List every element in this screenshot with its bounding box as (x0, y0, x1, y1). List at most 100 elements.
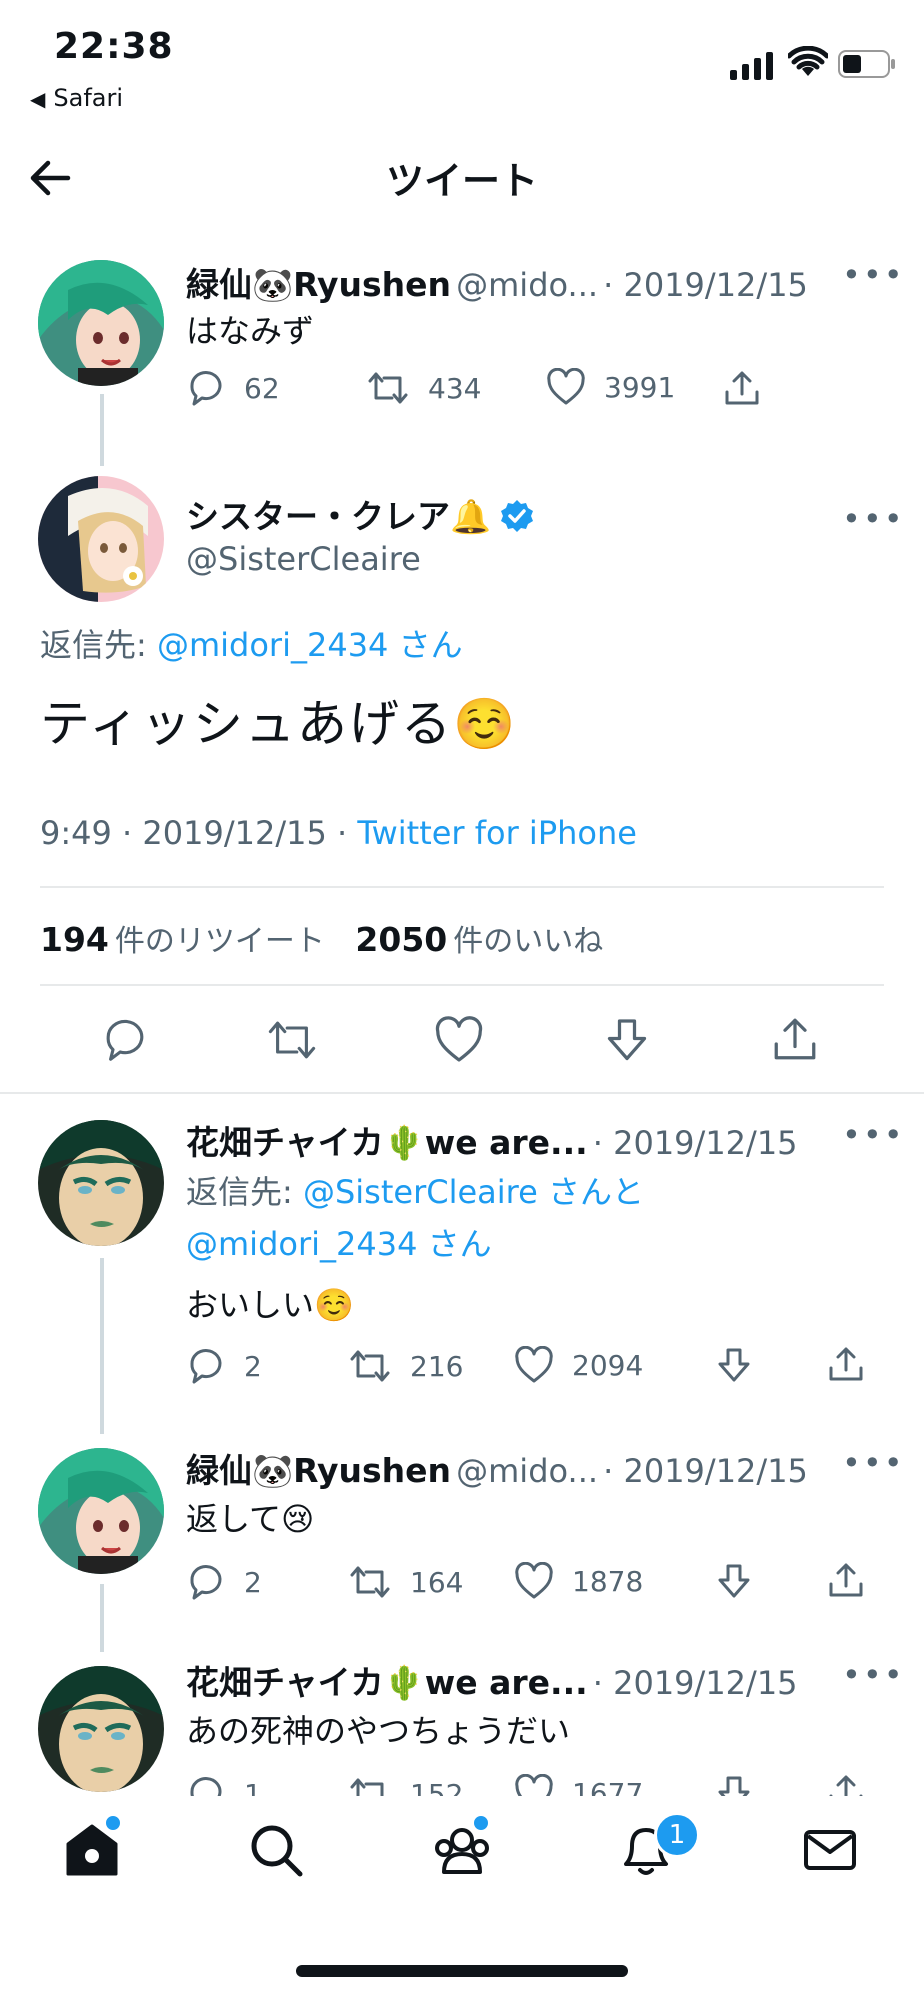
reply1-reply-to-link-1[interactable]: @SisterCleaire さんと (303, 1173, 644, 1211)
tweet1-retweet-count: 434 (428, 371, 482, 405)
main-reply-icon[interactable] (100, 1016, 150, 1064)
divider (40, 984, 884, 986)
tweet1-reply-button[interactable]: 62 (186, 368, 280, 408)
tweet1-share-button[interactable] (722, 368, 780, 408)
reply2-handle: @mido... (456, 1452, 599, 1490)
home-unread-dot (104, 1814, 122, 1832)
avatar-ryushen[interactable] (38, 260, 164, 386)
reply3-retweet-button[interactable]: 152 (348, 1774, 463, 1796)
reply1-retweet-button[interactable]: 216 (348, 1346, 463, 1386)
main-more-icon[interactable]: ••• (842, 500, 905, 538)
avatar-chaika[interactable] (38, 1666, 164, 1792)
reply-icon (190, 371, 222, 406)
tweet1-retweet-button[interactable]: 434 (366, 368, 481, 408)
back-to-safari[interactable]: ◀ Safari (30, 84, 123, 112)
reply2-text: 返して😢 (186, 1500, 315, 1538)
reply1-like-button[interactable]: 2094 (514, 1346, 643, 1384)
reply1-reply-prefix: 返信先: (186, 1173, 303, 1211)
reply1-author-name[interactable]: 花畑チャイカ🌵we are... (186, 1123, 588, 1162)
reply-icon (190, 1777, 222, 1796)
avatar-sister-cleaire[interactable] (38, 476, 164, 602)
bookmark-down-icon (718, 1564, 750, 1598)
reply1-date: · 2019/12/15 (592, 1124, 798, 1162)
reply3-header: 花畑チャイカ🌵we are... · 2019/12/15 (186, 1656, 798, 1704)
verified-badge-icon (501, 500, 534, 532)
reply3-text: あの死神のやつちょうだい (186, 1712, 571, 1750)
reply3-more-icon[interactable]: ••• (842, 1656, 905, 1694)
reply1-reply-context: 返信先: @SisterCleaire さんと @midori_2434 さん (186, 1166, 644, 1270)
reply2-reply-count: 2 (244, 1565, 262, 1599)
main-stats: 194 件のリツイート 2050 件のいいね (40, 916, 603, 960)
reply1-more-icon[interactable]: ••• (842, 1116, 905, 1154)
main-like-icon[interactable] (434, 1016, 484, 1064)
thread-line (100, 394, 104, 466)
tweet1-like-button[interactable]: 3991 (546, 368, 675, 406)
thread-line (100, 1258, 104, 1434)
divider (40, 886, 884, 888)
retweet-icon (350, 1778, 384, 1796)
status-time: 22:38 (54, 26, 174, 67)
reply3-like-count: 1677 (572, 1776, 644, 1797)
bookmark-down-icon (718, 1348, 750, 1382)
reply1-like-count: 2094 (572, 1348, 644, 1382)
reply2-reply-button[interactable]: 2 (186, 1562, 262, 1602)
main-reply-to-link[interactable]: @midori_2434 さん (157, 626, 463, 664)
main-bookmark-down-icon[interactable] (602, 1016, 652, 1066)
reply3-bookmark-button[interactable] (714, 1774, 772, 1796)
tweet1-handle: @mido... (456, 266, 599, 304)
tweet1-date: · 2019/12/15 (603, 266, 808, 304)
reply3-author-name[interactable]: 花畑チャイカ🌵we are... (186, 1663, 588, 1702)
avatar-chaika[interactable] (38, 1120, 164, 1246)
search-icon[interactable] (246, 1820, 306, 1880)
wifi-icon (788, 46, 828, 76)
main-source-link[interactable]: Twitter for iPhone (357, 814, 637, 852)
main-reply-prefix: 返信先: (40, 626, 157, 664)
reply2-bookmark-button[interactable] (714, 1562, 772, 1602)
reply2-like-count: 1878 (572, 1564, 644, 1598)
retweets-count: 194 (40, 920, 109, 959)
share-icon (829, 1775, 863, 1796)
share-icon (829, 1347, 863, 1381)
reply3-share-button[interactable] (826, 1772, 884, 1796)
main-author[interactable]: シスター・クレア🔔 (186, 490, 534, 538)
reply3-reply-button[interactable]: 1 (186, 1774, 262, 1796)
reply3-date: · 2019/12/15 (592, 1664, 798, 1702)
heart-icon (515, 1346, 553, 1383)
tweet1-author-name[interactable]: 緑仙🐼Ryushen (186, 265, 451, 304)
avatar-ryushen[interactable] (38, 1448, 164, 1574)
likes-stat[interactable]: 2050 件のいいね (355, 920, 603, 959)
reply1-header: 花畑チャイカ🌵we are... · 2019/12/15 (186, 1116, 798, 1164)
retweets-stat[interactable]: 194 件のリツイート (40, 920, 325, 959)
battery-icon (838, 50, 895, 78)
main-handle: @SisterCleaire (186, 540, 421, 578)
reply2-like-button[interactable]: 1878 (514, 1562, 643, 1600)
main-author-name: シスター・クレア🔔 (186, 497, 492, 536)
likes-count: 2050 (355, 920, 448, 959)
tweet1-more-icon[interactable]: ••• (842, 256, 905, 294)
reply1-reply-to-link-2[interactable]: @midori_2434 さん (186, 1218, 644, 1270)
reply2-retweet-button[interactable]: 164 (348, 1562, 463, 1602)
reply3-container: 花畑チャイカ🌵we are... · 2019/12/15 ••• あの死神のや… (0, 1640, 924, 1796)
retweet-icon (368, 372, 408, 404)
messages-mail-icon[interactable] (800, 1820, 860, 1880)
reply2-author-name[interactable]: 緑仙🐼Ryushen (186, 1451, 451, 1490)
reply3-like-button[interactable]: 1677 (514, 1774, 643, 1796)
back-triangle-icon: ◀ (30, 87, 46, 111)
reply1-reply-button[interactable]: 2 (186, 1346, 262, 1386)
reply1-share-button[interactable] (826, 1344, 884, 1384)
share-icon (725, 371, 759, 405)
reply-icon (190, 1349, 222, 1384)
reply3-retweet-count: 152 (410, 1777, 464, 1797)
main-share-icon[interactable] (770, 1014, 820, 1064)
reply1-bookmark-button[interactable] (714, 1346, 772, 1386)
reply2-date: · 2019/12/15 (603, 1452, 808, 1490)
reply2-share-button[interactable] (826, 1560, 884, 1600)
reply2-retweet-count: 164 (410, 1565, 464, 1599)
reply2-more-icon[interactable]: ••• (842, 1444, 905, 1482)
main-retweet-icon[interactable] (264, 1016, 320, 1064)
reply3-reply-count: 1 (244, 1777, 262, 1797)
tweet1-text: はなみず (186, 312, 315, 350)
tweet1-like-count: 3991 (604, 370, 676, 404)
tweet1-reply-count: 62 (244, 371, 280, 405)
back-app-label: Safari (53, 84, 124, 112)
